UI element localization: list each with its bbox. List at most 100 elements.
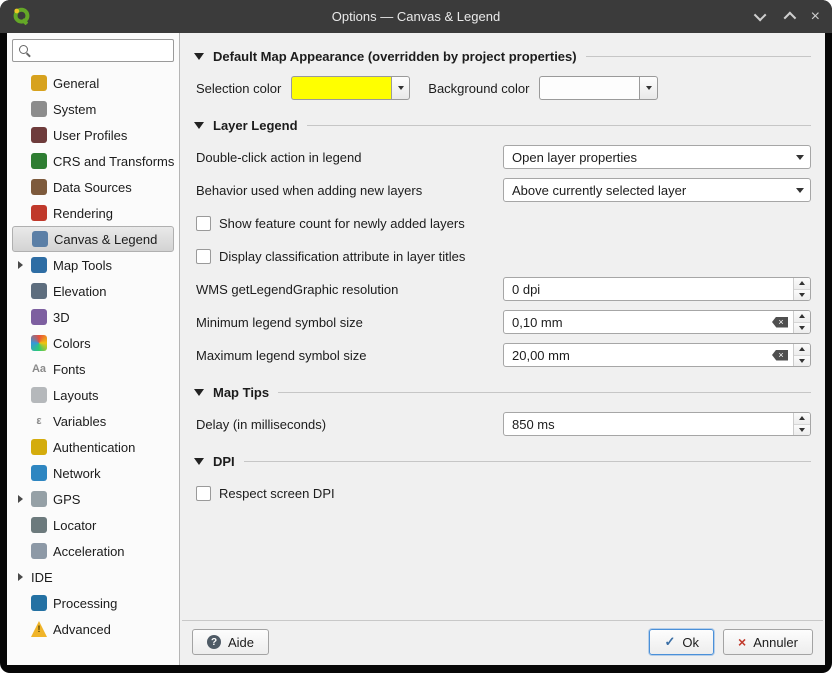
sidebar-item-general[interactable]: General [12,70,174,96]
selection-color-button[interactable] [291,76,411,100]
sidebar-item-acceleration[interactable]: Acceleration [12,538,174,564]
clear-value-icon[interactable] [772,349,788,361]
section-header: Default Map Appearance (overridden by pr… [194,49,811,64]
sidebar-item-gps[interactable]: GPS [12,486,174,512]
spin-up-button[interactable] [794,278,810,290]
section-divider [585,56,811,57]
background-color-dropdown[interactable] [639,76,659,100]
spin-up-button[interactable] [794,344,810,356]
max-symbol-size-row: Maximum legend symbol size 20,00 mm [196,343,811,367]
max-symbol-size-spinbox[interactable]: 20,00 mm [503,343,811,367]
shade-window-button[interactable] [753,8,767,22]
spin-down-button[interactable] [794,424,810,435]
add-layer-behavior-combo[interactable]: Above currently selected layer [503,178,811,202]
collapse-arrow-icon[interactable] [194,122,204,129]
selection-color-dropdown[interactable] [391,76,411,100]
options-dialog-window: Options — Canvas & Legend General System U… [0,0,832,673]
expand-arrow-icon[interactable] [15,495,25,503]
clear-value-icon[interactable] [772,316,788,328]
dialog-footer: Aide Ok Annuler [182,620,823,665]
maximize-window-button[interactable] [783,11,796,25]
spinbox-value: 20,00 mm [512,347,570,363]
combo-value: Open layer properties [512,149,638,165]
spin-down-button[interactable] [794,355,810,366]
min-symbol-size-spinbox[interactable]: 0,10 mm [503,310,811,334]
sidebar-item-authentication[interactable]: Authentication [12,434,174,460]
expand-arrow-icon[interactable] [15,261,25,269]
sidebar-item-user-profiles[interactable]: User Profiles [12,122,174,148]
background-color-swatch[interactable] [539,76,640,100]
close-window-button[interactable] [811,9,820,25]
section-map-tips: Map Tips Delay (in milliseconds) 850 ms [192,385,813,436]
layers-icon [31,179,47,195]
section-header: Layer Legend [194,118,811,133]
sidebar-item-layouts[interactable]: Layouts [12,382,174,408]
sidebar-item-variables[interactable]: ε Variables [12,408,174,434]
spin-down-button[interactable] [794,289,810,300]
dialog-body: General System User Profiles CRS and Transf… [7,33,825,665]
sidebar-item-map-tools[interactable]: Map Tools [12,252,174,278]
section-dpi: DPI Respect screen DPI [192,454,813,505]
chevron-up-icon [799,416,805,421]
background-color-button[interactable] [539,76,659,100]
spin-up-button[interactable] [794,311,810,323]
chevron-down-icon [799,325,805,330]
sidebar-item-label: General [53,75,100,91]
chevron-down-icon [799,358,805,363]
respect-dpi-checkbox[interactable] [196,485,211,501]
sidebar-item-label: Advanced [53,621,111,637]
sidebar-item-canvas-legend[interactable]: Canvas & Legend [12,226,174,252]
layout-icon [31,387,47,403]
cancel-x-icon [738,635,746,649]
spin-down-button[interactable] [794,322,810,333]
sidebar-item-label: Data Sources [53,179,132,195]
sidebar-item-label: Canvas & Legend [54,231,158,247]
expand-arrow-icon[interactable] [15,573,25,581]
chevron-down-icon [790,187,810,193]
sidebar-item-label: IDE [31,569,53,585]
sidebar-item-elevation[interactable]: Elevation [12,278,174,304]
cancel-button[interactable]: Annuler [723,629,813,655]
sidebar-item-system[interactable]: System [12,96,174,122]
help-button[interactable]: Aide [192,629,270,655]
sidebar-item-3d[interactable]: 3D [12,304,174,330]
max-symbol-size-label: Maximum legend symbol size [196,347,367,363]
respect-dpi-label: Respect screen DPI [219,485,335,501]
spin-up-button[interactable] [794,413,810,425]
check-icon [664,634,675,650]
help-button-label: Aide [228,634,255,650]
collapse-arrow-icon[interactable] [194,53,204,60]
map-tools-icon [31,257,47,273]
sidebar-item-locator[interactable]: Locator [12,512,174,538]
classification-attribute-checkbox[interactable] [196,248,211,264]
collapse-arrow-icon[interactable] [194,389,204,396]
collapse-arrow-icon[interactable] [194,458,204,465]
sidebar-item-processing[interactable]: Processing [12,590,174,616]
sidebar-item-advanced[interactable]: ! Advanced [12,616,174,642]
chevron-down-icon [790,154,810,160]
selection-color-label: Selection color [196,80,282,96]
search-input[interactable] [13,40,173,61]
selection-color-swatch[interactable] [291,76,392,100]
qgis-logo-icon [13,7,30,26]
sidebar-item-data-sources[interactable]: Data Sources [12,174,174,200]
ok-button[interactable]: Ok [649,629,714,655]
sidebar-item-fonts[interactable]: Aa Fonts [12,356,174,382]
settings-sections: Default Map Appearance (overridden by pr… [192,41,813,620]
feature-count-checkbox[interactable] [196,215,211,231]
paintbrush-icon [31,205,47,221]
sidebar-item-colors[interactable]: Colors [12,330,174,356]
wms-resolution-spinbox[interactable]: 0 dpi [503,277,811,301]
section-title: Default Map Appearance (overridden by pr… [213,49,577,64]
gear-icon [31,101,47,117]
processing-gear-icon [31,595,47,611]
chevron-up-icon [799,314,805,319]
sidebar-item-network[interactable]: Network [12,460,174,486]
double-click-action-combo[interactable]: Open layer properties [503,145,811,169]
sidebar-item-crs-and-transforms[interactable]: CRS and Transforms [12,148,174,174]
sidebar-item-ide[interactable]: IDE [12,564,174,590]
sidebar-item-rendering[interactable]: Rendering [12,200,174,226]
mountain-icon [31,283,47,299]
maptip-delay-spinbox[interactable]: 850 ms [503,412,811,436]
section-default-map-appearance: Default Map Appearance (overridden by pr… [192,49,813,100]
